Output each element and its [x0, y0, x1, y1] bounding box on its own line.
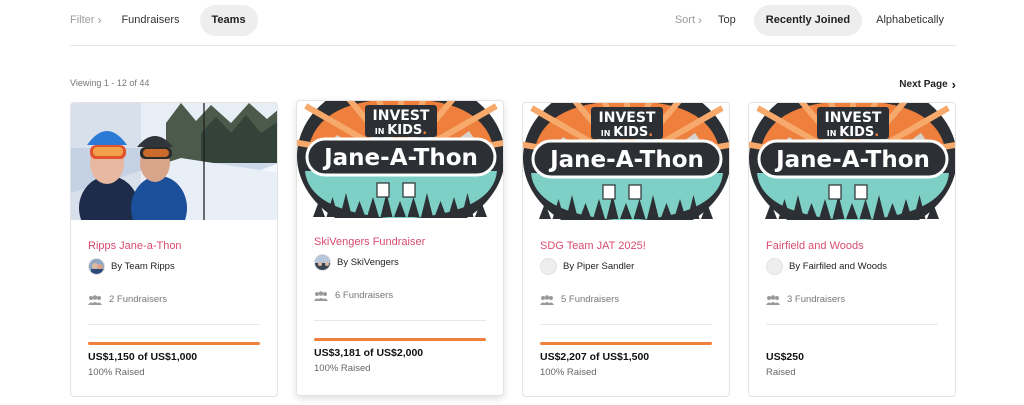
jane-a-thon-banner: INVESTIN KIDS.Jane-A-Thon: [523, 103, 729, 220]
progress-fill: [540, 342, 712, 345]
owner-name: By Fairfiled and Woods: [789, 261, 888, 272]
fundraiser-count-text: 3 Fundraisers: [787, 294, 846, 305]
filter-label: Filter ›: [70, 13, 101, 27]
fundraiser-count: 6 Fundraisers: [314, 290, 393, 301]
owner-name: By Piper Sandler: [563, 261, 635, 272]
progress-fill: [88, 342, 260, 345]
banner-invest-text: INVEST: [373, 108, 430, 124]
viewing-count: Viewing 1 - 12 of 44: [70, 78, 150, 88]
owner-name: By SkiVengers: [337, 257, 399, 268]
team-card[interactable]: Ripps Jane-a-Thon By Team Ripps 2 Fundra…: [70, 102, 278, 397]
banner-invest-text: INVEST: [825, 110, 882, 126]
team-card-image: [71, 103, 277, 220]
filter-label-text: Filter: [70, 14, 95, 26]
users-icon: [540, 294, 554, 305]
filter-group: Filter › Fundraisers Teams: [70, 4, 258, 36]
team-card-image: INVEST IN KIDS. Jane-A-Thon: [297, 101, 503, 218]
amount-raised: US$1,150 of US$1,000: [88, 351, 198, 363]
team-name[interactable]: Ripps Jane-a-Thon: [88, 240, 182, 252]
amount-raised: US$3,181 of US$2,000: [314, 347, 424, 359]
next-page-link[interactable]: Next Page ›: [899, 77, 956, 92]
sort-recently-joined-tab[interactable]: Recently Joined: [753, 4, 863, 36]
filter-teams-tab[interactable]: Teams: [199, 4, 258, 36]
users-icon: [766, 294, 780, 305]
fundraiser-count: 3 Fundraisers: [766, 294, 845, 305]
raised-percent: Raised: [766, 367, 796, 378]
sort-top-tab[interactable]: Top: [706, 5, 748, 36]
card-divider: [88, 324, 260, 325]
progress-bar: [88, 342, 260, 345]
ski-selfie-photo: [71, 103, 277, 220]
raised-percent: 100% Raised: [88, 367, 145, 378]
team-name[interactable]: SDG Team JAT 2025!: [540, 240, 646, 252]
fundraiser-count: 5 Fundraisers: [540, 294, 619, 305]
raised-percent: 100% Raised: [540, 367, 597, 378]
card-divider: [540, 324, 712, 325]
sort-alphabetically-tab[interactable]: Alphabetically: [864, 5, 956, 36]
team-owner: By SkiVengers: [314, 254, 399, 271]
jane-a-thon-banner: INVESTIN KIDS.Jane-A-Thon: [749, 103, 955, 220]
team-card-image: INVEST IN KIDS. Jane-A-Thon: [749, 103, 955, 220]
chevron-right-icon: ›: [698, 13, 703, 27]
team-owner: By Team Ripps: [88, 258, 175, 275]
banner-title-text: Jane-A-Thon: [548, 147, 704, 173]
amount-raised: US$250: [766, 351, 804, 363]
progress-fill: [314, 338, 486, 341]
jane-a-thon-banner: INVESTIN KIDS.Jane-A-Thon: [297, 101, 503, 218]
sort-group: Sort › Top Recently Joined Alphabeticall…: [675, 4, 956, 36]
banner-title-text: Jane-A-Thon: [322, 145, 478, 171]
progress-bar: [540, 342, 712, 345]
banner-title-text: Jane-A-Thon: [774, 147, 930, 173]
team-card-image: INVEST IN KIDS. Jane-A-Thon: [523, 103, 729, 220]
owner-name: By Team Ripps: [111, 261, 175, 272]
chevron-right-icon: ›: [97, 13, 102, 27]
avatar: [314, 254, 331, 271]
fundraiser-count: 2 Fundraisers: [88, 294, 167, 305]
team-owner: By Piper Sandler: [540, 258, 634, 275]
banner-invest-text: INVEST: [599, 110, 656, 126]
progress-bar: [314, 338, 486, 341]
raised-percent: 100% Raised: [314, 363, 371, 374]
filter-sort-bar: Filter › Fundraisers Teams Sort › Top Re…: [70, 0, 956, 46]
next-page-label: Next Page: [899, 79, 948, 90]
chevron-right-icon: ›: [951, 77, 956, 92]
users-icon: [314, 290, 328, 301]
team-name[interactable]: SkiVengers Fundraiser: [314, 236, 425, 248]
avatar: [540, 258, 557, 275]
team-card[interactable]: INVEST IN KIDS. Jane-A-Thon Fairfield and …: [748, 102, 956, 397]
sort-label-text: Sort: [674, 14, 696, 26]
filter-fundraisers-tab[interactable]: Fundraisers: [109, 5, 191, 36]
card-divider: [314, 320, 486, 321]
team-owner: By Fairfiled and Woods: [766, 258, 887, 275]
fundraiser-count-text: 5 Fundraisers: [561, 294, 620, 305]
amount-raised: US$2,207 of US$1,500: [540, 351, 650, 363]
users-icon: [88, 294, 102, 305]
team-card[interactable]: INVEST IN KIDS. Jane-A-Thon SDG Team JAT 2…: [522, 102, 730, 397]
fundraiser-count-text: 2 Fundraisers: [109, 294, 168, 305]
card-divider: [766, 324, 938, 325]
fundraiser-count-text: 6 Fundraisers: [335, 290, 394, 301]
avatar: [766, 258, 783, 275]
team-name[interactable]: Fairfield and Woods: [766, 240, 864, 252]
team-card[interactable]: INVEST IN KIDS. Jane-A-Thon SkiVengers Fun…: [296, 100, 504, 396]
avatar: [88, 258, 105, 275]
sort-label: Sort ›: [675, 13, 702, 27]
